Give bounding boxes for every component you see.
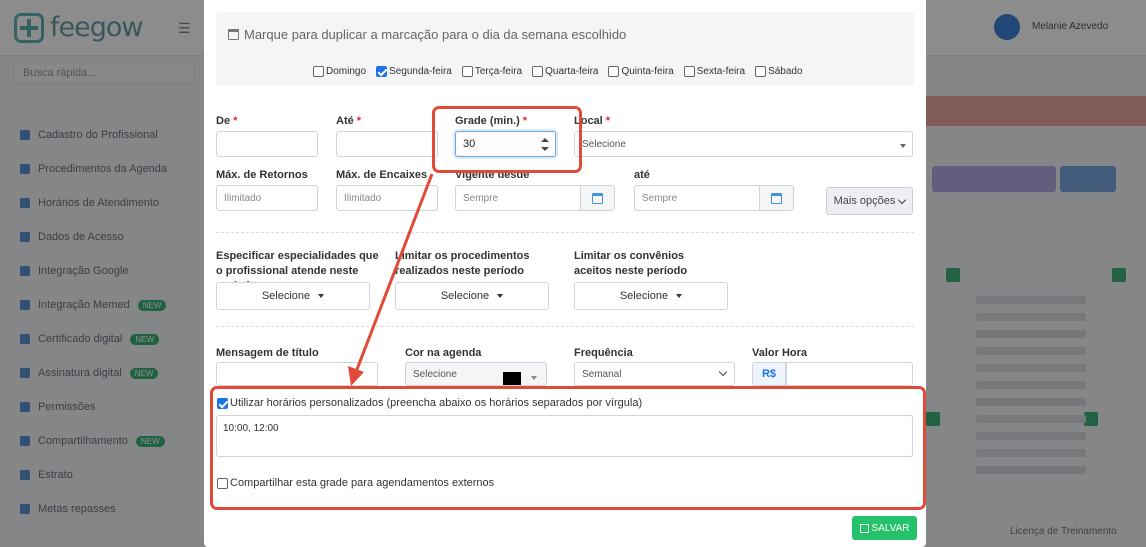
arrow-head	[348, 366, 364, 386]
annotation-arrow	[348, 173, 434, 386]
arrow-line	[354, 173, 434, 373]
